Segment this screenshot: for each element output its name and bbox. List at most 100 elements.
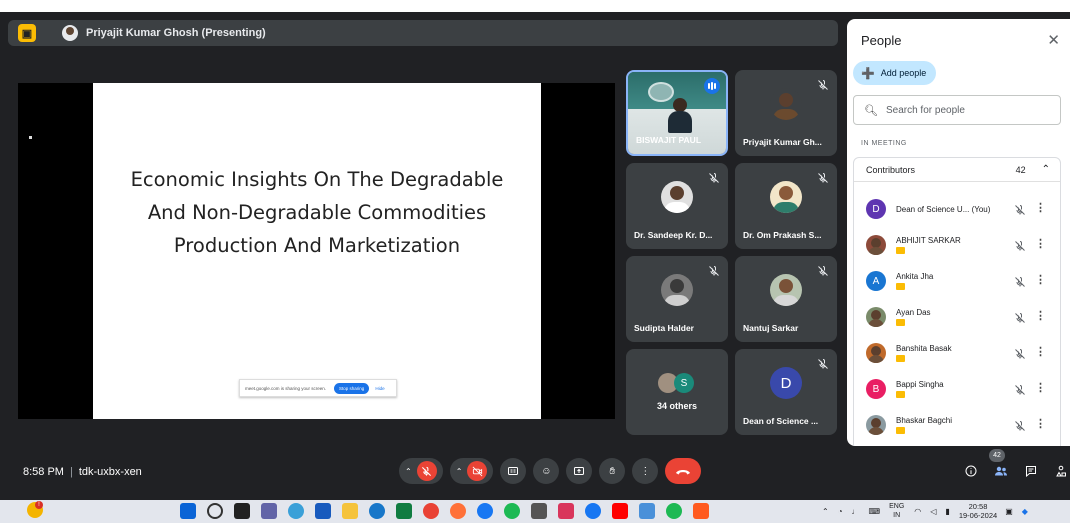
mouse-cursor (29, 136, 32, 139)
task-view-icon[interactable] (234, 503, 250, 519)
participant-row[interactable]: D Dean of Science U... (You) ⋮ (854, 194, 1060, 224)
notepad-icon[interactable] (639, 503, 655, 519)
contributors-header[interactable]: Contributors 42 ⌃ (854, 158, 1060, 182)
taskbar-apps (180, 503, 720, 519)
chevron-up-icon[interactable]: ⌃ (456, 467, 463, 476)
mic-off-icon[interactable] (1014, 383, 1026, 395)
participant-tile[interactable]: Dr. Sandeep Kr. D... (626, 163, 728, 249)
participant-row[interactable]: A Ankita Jha ⋮ (854, 266, 1060, 296)
mic-control[interactable]: ⌃ (399, 458, 443, 484)
participant-row[interactable]: ABHIJIT SARKAR ⋮ (854, 230, 1060, 260)
more-options-icon[interactable]: ⋮ (1035, 345, 1046, 358)
emoji-icon[interactable]: ☺︎ (533, 458, 560, 484)
raise-hand-icon[interactable]: ✋︎ (599, 458, 626, 484)
search-people-input[interactable]: 🔍︎ Search for people (853, 95, 1061, 125)
mic-off-icon[interactable] (1014, 347, 1026, 359)
present-screen-icon[interactable]: ▣ (18, 24, 36, 42)
presenting-bar: ▣ Priyajit Kumar Ghosh (Presenting) (8, 20, 838, 46)
firefox-icon[interactable] (450, 503, 466, 519)
group-label: Contributors (866, 164, 916, 175)
hide-button[interactable]: Hide (375, 386, 384, 391)
chat-icon[interactable] (1018, 458, 1044, 484)
mic-off-icon[interactable] (1014, 419, 1026, 431)
mic-off-icon[interactable] (1014, 203, 1026, 215)
participant-tile[interactable]: Dr. Om Prakash S... (735, 163, 837, 249)
mic-off-icon[interactable] (416, 461, 437, 481)
add-people-button[interactable]: ➕ Add people (853, 61, 937, 85)
participant-tile[interactable]: BISWAJIT PAUL (626, 70, 728, 156)
network-icon[interactable]: ◔ (838, 507, 843, 516)
app-icon[interactable] (477, 503, 493, 519)
participant-row[interactable]: Ayan Das ⋮ (854, 302, 1060, 332)
participant-name: Dean of Science ... (743, 416, 819, 426)
add-people-label: Add people (880, 68, 927, 78)
more-options-icon[interactable]: ⋮ (632, 458, 659, 484)
youtube-icon[interactable] (612, 503, 628, 519)
more-options-icon[interactable]: ⋮ (1035, 273, 1046, 286)
group-count: 42 (1015, 164, 1026, 175)
others-tile[interactable]: S 34 others (626, 349, 728, 435)
top-strip (0, 0, 1070, 12)
file-explorer-icon[interactable] (342, 503, 358, 519)
contributor-badge-icon (896, 247, 905, 254)
volume-icon[interactable]: ◁ (930, 507, 936, 516)
chrome-icon[interactable] (423, 503, 439, 519)
app-icon[interactable] (558, 503, 574, 519)
participant-row[interactable]: B Bappi Singha ⋮ (854, 374, 1060, 404)
chevron-up-icon[interactable]: ⌃ (405, 467, 412, 476)
app-icon[interactable] (288, 503, 304, 519)
more-options-icon[interactable]: ⋮ (1035, 417, 1046, 430)
edge-icon[interactable] (369, 503, 385, 519)
info-icon[interactable] (958, 458, 984, 484)
leave-call-button[interactable] (665, 458, 702, 484)
calculator-icon[interactable] (531, 503, 547, 519)
more-options-icon[interactable]: ⋮ (1035, 309, 1046, 322)
participant-row[interactable]: Bhaskar Bagchi ⋮ (854, 410, 1060, 440)
spotify-icon[interactable] (504, 503, 520, 519)
search-icon[interactable] (207, 503, 223, 519)
screen-share-notice: meet.google.com is sharing your screen. … (239, 379, 397, 397)
present-screen-icon[interactable] (566, 458, 593, 484)
taskbar-date: 19-06-2024 (958, 511, 998, 520)
battery-icon[interactable]: ▮ (945, 507, 949, 516)
participant-tile[interactable]: Priyajit Kumar Gh... (735, 70, 837, 156)
more-options-icon[interactable]: ⋮ (1035, 381, 1046, 394)
people-icon[interactable]: 42 (988, 449, 1014, 484)
more-options-icon[interactable]: ⋮ (1035, 201, 1046, 214)
wifi-icon[interactable]: ◠ (914, 507, 921, 516)
mic-off-icon[interactable] (1014, 311, 1026, 323)
participant-tile[interactable]: Nantuj Sarkar (735, 256, 837, 342)
mic-off-icon[interactable] (1014, 275, 1026, 287)
participant-tile[interactable]: D Dean of Science ... (735, 349, 837, 435)
chevron-up-icon[interactable]: ⌃ (1042, 164, 1050, 175)
facebook-icon[interactable] (585, 503, 601, 519)
language-indicator[interactable]: ENG IN (889, 502, 904, 520)
copilot-icon[interactable]: ◆ (1022, 507, 1028, 516)
participant-tile[interactable]: Sudipta Halder (626, 256, 728, 342)
more-options-icon[interactable]: ⋮ (1035, 237, 1046, 250)
mic-off-icon[interactable] (1014, 239, 1026, 251)
camera-off-icon[interactable] (467, 461, 488, 481)
participant-row[interactable]: Banshita Basak ⋮ (854, 338, 1060, 368)
chevron-up-icon[interactable]: ⌃ (822, 507, 829, 516)
taskbar: ! ⌃ ◔ ♩ ⌨ ENG IN ◠ ◁ ▮ 20:58 19-06-2024 … (0, 500, 1070, 523)
close-icon[interactable]: ✕ (1047, 31, 1060, 49)
pdf-reader-icon[interactable] (693, 503, 709, 519)
participant-info: Dean of Science U... (You) (896, 205, 990, 214)
clock[interactable]: 20:58 19-06-2024 (959, 502, 997, 520)
camera-control[interactable]: ⌃ (449, 458, 494, 484)
teams-icon[interactable] (261, 503, 277, 519)
activities-icon[interactable] (1048, 458, 1070, 484)
stop-sharing-button[interactable]: Stop sharing (334, 382, 370, 394)
captions-button[interactable] (500, 458, 527, 484)
keyboard-icon[interactable]: ⌨ (869, 507, 881, 516)
participant-name: Bappi Singha (896, 380, 944, 389)
spotify-icon[interactable] (666, 503, 682, 519)
search-placeholder: Search for people (885, 104, 965, 116)
excel-icon[interactable] (396, 503, 412, 519)
participant-info: Ayan Das (896, 308, 931, 326)
windows-start-icon[interactable] (180, 503, 196, 519)
word-icon[interactable] (315, 503, 331, 519)
notification-icon[interactable]: ▣ (1005, 507, 1013, 516)
microphone-icon[interactable]: ♩ (852, 507, 860, 516)
